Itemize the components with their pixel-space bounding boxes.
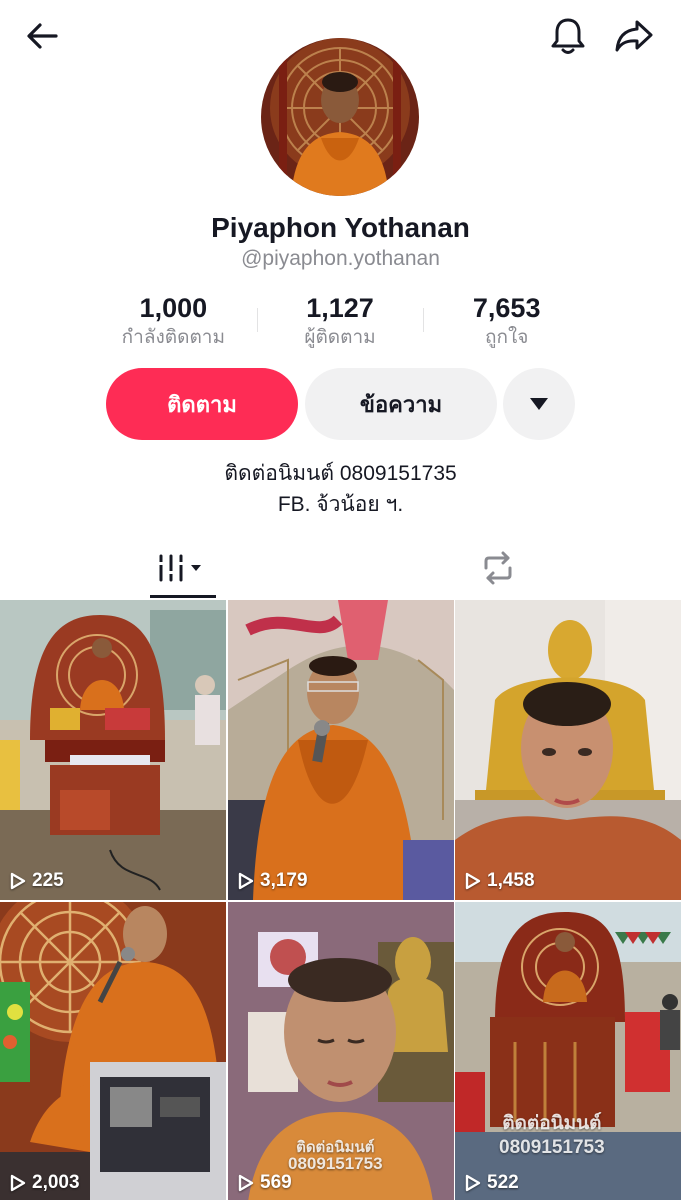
play-icon: [10, 1174, 26, 1192]
play-icon: [465, 1174, 481, 1192]
notification-bell-button[interactable]: [544, 12, 592, 60]
message-button[interactable]: ข้อความ: [305, 368, 497, 440]
share-arrow-icon: [615, 20, 653, 52]
video-overlay-caption: ติดต่อนิมนต์ 0809151753: [499, 1112, 605, 1160]
followers-count: 1,127: [306, 293, 374, 323]
suggested-accounts-button[interactable]: [503, 368, 575, 440]
video-overlay-caption: ติดต่อนิมนต์ 0809151753: [288, 1140, 383, 1173]
stat-divider: [257, 308, 258, 332]
following-label: กำลังติดตาม: [121, 327, 225, 348]
stat-divider: [423, 308, 424, 332]
overlay-line: 0809151753: [288, 1154, 383, 1173]
video-thumbnail-image: [455, 600, 681, 900]
video-thumbnail[interactable]: 1,458: [455, 600, 681, 900]
username: @piyaphon.yothanan: [241, 247, 440, 270]
caret-down-icon: [530, 398, 548, 410]
followers-stat[interactable]: 1,127 ผู้ติดตาม: [257, 292, 424, 352]
likes-count: 7,653: [472, 293, 541, 323]
video-thumbnail-image: [228, 600, 454, 900]
video-thumbnail-image: [0, 902, 226, 1200]
tab-videos[interactable]: [130, 538, 230, 598]
likes-stat[interactable]: 7,653 ถูกใจ: [423, 292, 590, 352]
overlay-line: ติดต่อนิมนต์: [502, 1113, 602, 1134]
bell-icon: [551, 18, 585, 54]
followers-label: ผู้ติดตาม: [304, 327, 376, 348]
avatar[interactable]: [261, 38, 419, 196]
likes-label: ถูกใจ: [484, 327, 529, 348]
play-icon: [10, 872, 26, 890]
repost-icon: [484, 551, 512, 585]
tab-reposts[interactable]: [448, 538, 548, 598]
video-thumbnail[interactable]: 3,179: [228, 600, 454, 900]
following-count: 1,000: [139, 293, 208, 323]
view-count-value: 225: [32, 870, 64, 891]
bio: ติดต่อนิมนต์ 0809151735 FB. จ้วน้อย ฯ.: [0, 458, 681, 520]
video-thumbnail[interactable]: 225: [0, 600, 226, 900]
back-button[interactable]: [18, 14, 66, 58]
overlay-line: 0809151753: [499, 1137, 605, 1158]
avatar-photo: [261, 38, 419, 196]
view-count-value: 3,179: [260, 870, 308, 891]
grid-filter-icon: [157, 554, 201, 582]
video-thumbnail[interactable]: ติดต่อนิมนต์ 0809151753 522: [455, 902, 681, 1200]
video-thumbnail[interactable]: 2,003: [0, 902, 226, 1200]
share-button[interactable]: [608, 12, 660, 60]
view-count: 1,458: [465, 870, 535, 892]
active-tab-indicator: [150, 595, 216, 598]
view-count: 3,179: [238, 870, 308, 892]
view-count-value: 569: [260, 1172, 292, 1193]
view-count: 2,003: [10, 1172, 80, 1194]
following-stat[interactable]: 1,000 กำลังติดตาม: [90, 292, 257, 352]
view-count: 569: [238, 1172, 292, 1194]
view-count: 522: [465, 1172, 519, 1194]
bio-line-facebook: FB. จ้วน้อย ฯ.: [277, 493, 404, 516]
view-count-value: 2,003: [32, 1172, 80, 1193]
view-count-value: 522: [487, 1172, 519, 1193]
content-tabs: [0, 538, 681, 600]
play-icon: [465, 872, 481, 890]
play-icon: [238, 1174, 254, 1192]
arrow-left-icon: [27, 23, 58, 49]
follow-button[interactable]: ติดตาม: [106, 368, 298, 440]
video-thumbnail-image: [0, 600, 226, 900]
bio-line-contact: ติดต่อนิมนต์ 0809151735: [224, 462, 457, 485]
video-grid: 225 3,179 1,458 2,003 ติดต่อนิมนต์ 08091…: [0, 600, 681, 1200]
view-count-value: 1,458: [487, 870, 535, 891]
view-count: 225: [10, 870, 64, 892]
display-name: Piyaphon Yothanan: [211, 212, 470, 243]
play-icon: [238, 872, 254, 890]
profile-stats: 1,000 กำลังติดตาม 1,127 ผู้ติดตาม 7,653 …: [90, 292, 590, 352]
video-thumbnail[interactable]: ติดต่อนิมนต์ 0809151753 569: [228, 902, 454, 1200]
